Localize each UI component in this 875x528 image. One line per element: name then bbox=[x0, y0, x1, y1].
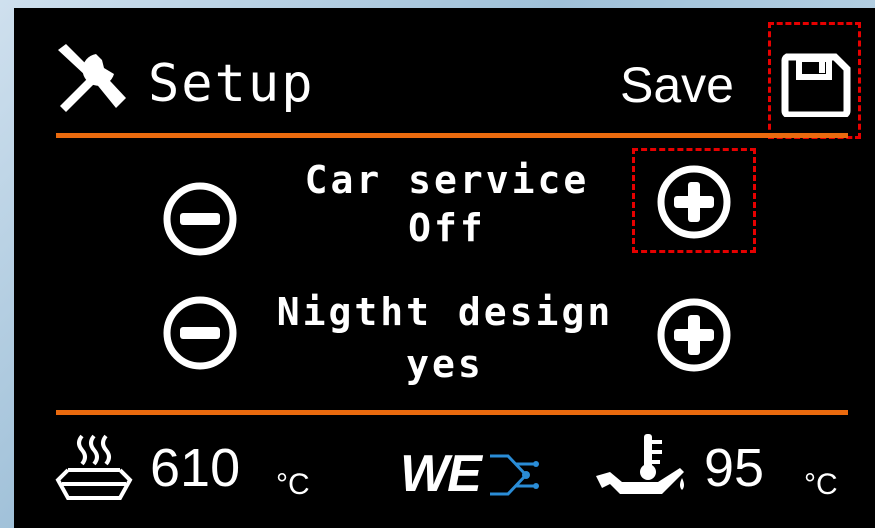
oil-temperature-value: 95 bbox=[704, 438, 765, 498]
we-logo-text: WE bbox=[400, 445, 482, 503]
save-icon bbox=[781, 53, 851, 121]
car-service-label: Car service bbox=[304, 158, 590, 202]
page-title: Setup bbox=[148, 54, 315, 114]
oil-temperature-unit: °C bbox=[804, 468, 838, 501]
night-design-increase-button[interactable] bbox=[654, 295, 734, 375]
plus-circle-icon bbox=[657, 298, 731, 372]
header-divider bbox=[56, 133, 848, 138]
tools-icon bbox=[52, 42, 132, 114]
save-button[interactable] bbox=[768, 22, 861, 139]
exhaust-temperature-value: 610 bbox=[150, 438, 241, 498]
minus-circle-icon bbox=[163, 182, 237, 256]
setting-row-car-service: Car service Off bbox=[14, 148, 875, 278]
car-service-increase-button[interactable] bbox=[654, 162, 734, 242]
oil-temperature-icon bbox=[592, 432, 692, 506]
night-design-value: yes bbox=[406, 342, 484, 386]
exhaust-heat-icon bbox=[54, 432, 134, 502]
car-service-value: Off bbox=[408, 206, 486, 250]
night-design-decrease-button[interactable] bbox=[160, 293, 240, 373]
plus-circle-icon bbox=[657, 165, 731, 239]
night-design-label: Nigtht design bbox=[276, 290, 614, 334]
we-logo: WE bbox=[394, 442, 554, 506]
device-screen: Setup Save Car service Off Nigtht design… bbox=[14, 8, 875, 528]
car-service-decrease-button[interactable] bbox=[160, 179, 240, 259]
save-label: Save bbox=[620, 57, 734, 113]
exhaust-temperature-unit: °C bbox=[276, 468, 310, 501]
setting-row-night-design: Nigtht design yes bbox=[14, 278, 875, 398]
footer-divider bbox=[56, 410, 848, 415]
minus-circle-icon bbox=[163, 296, 237, 370]
